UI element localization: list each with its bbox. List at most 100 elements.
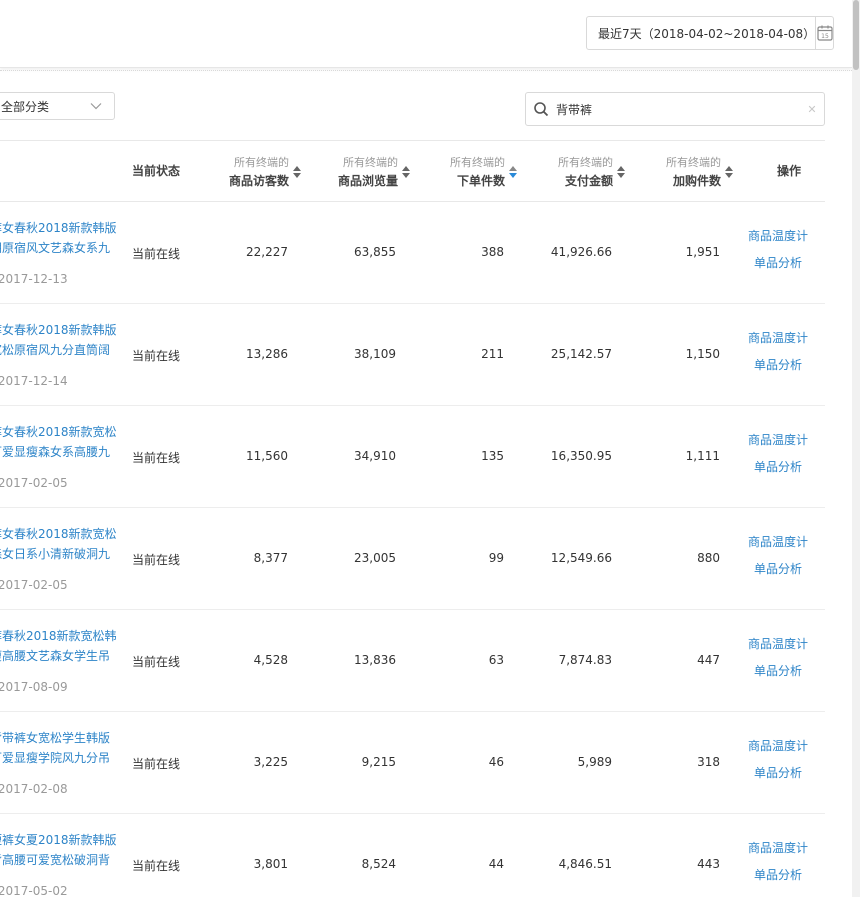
table-row: 裤春秋2018新款宽松韩瘦高腰文艺森女学生吊 : 2017-08-09 当前在线… bbox=[0, 610, 825, 712]
product-thermometer-link[interactable]: 商品温度计 bbox=[742, 839, 814, 856]
product-title-link[interactable]: 裤女春秋2018新款宽松 可爱显瘦森女系高腰九 bbox=[0, 422, 120, 462]
scrollbar-track[interactable] bbox=[852, 0, 860, 897]
single-product-analysis-link[interactable]: 单品分析 bbox=[742, 356, 814, 373]
header-visitors-label: 商品访客数 bbox=[228, 173, 289, 188]
header-operations: 操作 bbox=[776, 164, 801, 178]
table-header: 当前状态 所有终端的 商品访客数 所有终端的 商品浏览量 所有终端的 下单件数 bbox=[0, 140, 825, 202]
visitors-value: 4,528 bbox=[253, 653, 288, 667]
header-orders[interactable]: 所有终端的 下单件数 bbox=[397, 141, 517, 203]
scrollbar-thumb[interactable] bbox=[853, 0, 859, 70]
date-range-picker[interactable]: 最近7天（2018-04-02~2018-04-08） 15 bbox=[586, 16, 834, 50]
payment-value: 7,874.83 bbox=[558, 653, 612, 667]
payment-value: 41,926.66 bbox=[550, 245, 612, 259]
product-date: : 2017-02-05 bbox=[0, 578, 68, 592]
status-text: 当前在线 bbox=[132, 451, 181, 465]
carts-value: 1,111 bbox=[685, 449, 720, 463]
table-row: 裤女春秋2018新款韩版朗原宿风文艺森女系九 : 2017-12-13 当前在线… bbox=[0, 202, 825, 304]
product-thermometer-link[interactable]: 商品温度计 bbox=[742, 431, 814, 448]
category-select[interactable]: 全部分类 bbox=[0, 92, 115, 120]
visitors-value: 3,225 bbox=[253, 755, 288, 769]
product-date: : 2017-02-05 bbox=[0, 476, 68, 490]
orders-value: 44 bbox=[488, 857, 504, 871]
search-icon bbox=[526, 101, 556, 117]
carts-value: 443 bbox=[697, 857, 720, 871]
search-box[interactable]: ✕ bbox=[525, 92, 825, 126]
payment-value: 25,142.57 bbox=[550, 347, 612, 361]
carts-value: 1,150 bbox=[685, 347, 720, 361]
status-text: 当前在线 bbox=[132, 349, 181, 363]
table-row: 裤女春秋2018新款宽松森女日系小清新破洞九 : 2017-02-05 当前在线… bbox=[0, 508, 825, 610]
orders-value: 63 bbox=[488, 653, 504, 667]
product-title-link[interactable]: 裤女春秋2018新款韩版 宽松原宿风九分直筒阔 bbox=[0, 320, 120, 360]
sort-icon[interactable] bbox=[725, 166, 733, 178]
single-product-analysis-link[interactable]: 单品分析 bbox=[742, 764, 814, 781]
product-date: : 2017-08-09 bbox=[0, 680, 68, 694]
single-product-analysis-link[interactable]: 单品分析 bbox=[742, 458, 814, 475]
calendar-day-number: 15 bbox=[821, 33, 829, 40]
visitors-value: 13,286 bbox=[246, 347, 288, 361]
header-status: 当前状态 bbox=[132, 164, 181, 178]
orders-value: 135 bbox=[481, 449, 504, 463]
header-visitors-scope: 所有终端的 bbox=[234, 155, 289, 169]
category-select-value: 全部分类 bbox=[1, 99, 50, 114]
header-payment[interactable]: 所有终端的 支付金额 bbox=[505, 141, 625, 203]
header-views-scope: 所有终端的 bbox=[343, 155, 398, 169]
product-thermometer-link[interactable]: 商品温度计 bbox=[742, 533, 814, 550]
divider bbox=[0, 70, 852, 71]
payment-value: 5,989 bbox=[577, 755, 612, 769]
header-carts-scope: 所有终端的 bbox=[666, 155, 721, 169]
header-views-label: 商品浏览量 bbox=[337, 173, 398, 188]
status-text: 当前在线 bbox=[132, 655, 181, 669]
orders-value: 46 bbox=[488, 755, 504, 769]
top-bar: 最近7天（2018-04-02~2018-04-08） 15 bbox=[0, 0, 852, 68]
product-title-link[interactable]: 短裤女夏2018新款韩版 背高腰可爱宽松破洞背 bbox=[0, 830, 120, 870]
product-date: : 2017-12-13 bbox=[0, 272, 68, 286]
clear-icon[interactable]: ✕ bbox=[800, 103, 824, 116]
payment-value: 4,846.51 bbox=[558, 857, 612, 871]
status-text: 当前在线 bbox=[132, 859, 181, 873]
table-row: 背带裤女宽松学生韩版可爱显瘦学院风九分吊 : 2017-02-08 当前在线 3… bbox=[0, 712, 825, 814]
views-value: 63,855 bbox=[354, 245, 396, 259]
single-product-analysis-link[interactable]: 单品分析 bbox=[742, 560, 814, 577]
product-title-link[interactable]: 裤女春秋2018新款韩版 朗原宿风文艺森女系九 bbox=[0, 218, 120, 258]
product-title-link[interactable]: 背带裤女宽松学生韩版 可爱显瘦学院风九分吊 bbox=[0, 728, 120, 768]
single-product-analysis-link[interactable]: 单品分析 bbox=[742, 662, 814, 679]
single-product-analysis-link[interactable]: 单品分析 bbox=[742, 254, 814, 271]
status-text: 当前在线 bbox=[132, 757, 181, 771]
views-value: 34,910 bbox=[354, 449, 396, 463]
header-views[interactable]: 所有终端的 商品浏览量 bbox=[290, 141, 410, 203]
product-title-link[interactable]: 裤女春秋2018新款宽松 森女日系小清新破洞九 bbox=[0, 524, 120, 564]
carts-value: 880 bbox=[697, 551, 720, 565]
payment-value: 12,549.66 bbox=[550, 551, 612, 565]
product-title-link[interactable]: 裤春秋2018新款宽松韩 瘦高腰文艺森女学生吊 bbox=[0, 626, 120, 666]
date-range-label: 最近7天（2018-04-02~2018-04-08） bbox=[598, 26, 816, 41]
visitors-value: 3,801 bbox=[253, 857, 288, 871]
views-value: 8,524 bbox=[361, 857, 396, 871]
status-text: 当前在线 bbox=[132, 553, 181, 567]
product-thermometer-link[interactable]: 商品温度计 bbox=[742, 227, 814, 244]
product-date: : 2017-02-08 bbox=[0, 782, 68, 796]
carts-value: 318 bbox=[697, 755, 720, 769]
calendar-icon[interactable]: 15 bbox=[815, 17, 834, 49]
status-text: 当前在线 bbox=[132, 247, 181, 261]
product-thermometer-link[interactable]: 商品温度计 bbox=[742, 635, 814, 652]
product-table: 当前状态 所有终端的 商品访客数 所有终端的 商品浏览量 所有终端的 下单件数 bbox=[0, 140, 825, 897]
header-orders-label: 下单件数 bbox=[456, 173, 505, 188]
search-input[interactable] bbox=[556, 102, 800, 116]
header-carts-label: 加购件数 bbox=[672, 173, 721, 188]
payment-value: 16,350.95 bbox=[550, 449, 612, 463]
header-payment-scope: 所有终端的 bbox=[558, 155, 613, 169]
views-value: 13,836 bbox=[354, 653, 396, 667]
product-thermometer-link[interactable]: 商品温度计 bbox=[742, 737, 814, 754]
visitors-value: 22,227 bbox=[246, 245, 288, 259]
orders-value: 388 bbox=[481, 245, 504, 259]
orders-value: 211 bbox=[481, 347, 504, 361]
header-carts[interactable]: 所有终端的 加购件数 bbox=[613, 141, 733, 203]
product-thermometer-link[interactable]: 商品温度计 bbox=[742, 329, 814, 346]
single-product-analysis-link[interactable]: 单品分析 bbox=[742, 866, 814, 883]
product-date: : 2017-12-14 bbox=[0, 374, 68, 388]
visitors-value: 11,560 bbox=[246, 449, 288, 463]
table-row: 裤女春秋2018新款韩版宽松原宿风九分直筒阔 : 2017-12-14 当前在线… bbox=[0, 304, 825, 406]
header-visitors[interactable]: 所有终端的 商品访客数 bbox=[181, 141, 301, 203]
orders-value: 99 bbox=[488, 551, 504, 565]
